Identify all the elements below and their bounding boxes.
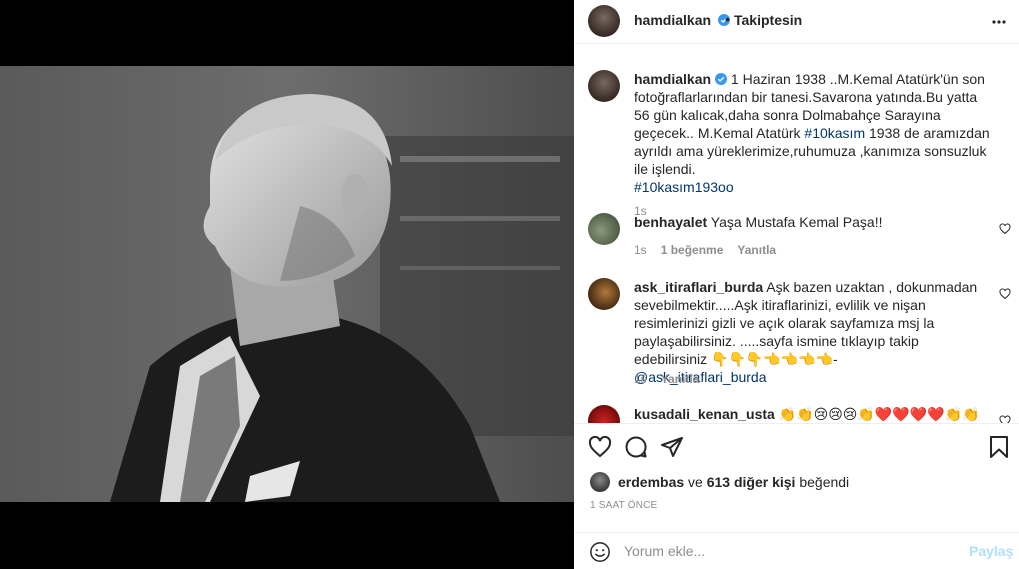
share-icon[interactable] [660, 435, 684, 459]
hashtag-link[interactable]: #10kasım193oo [634, 179, 734, 195]
post-media [0, 0, 574, 569]
caption-body: hamdialkan 1 Haziran 1938 ..M.Kemal Atat… [634, 70, 990, 196]
comment-text: Yaşa Mustafa Kemal Paşa!! [710, 214, 883, 230]
more-options-icon[interactable] [991, 12, 1007, 32]
comment-meta: 1s 1 beğenme Yanıtla [634, 243, 790, 257]
save-icon[interactable] [987, 435, 1011, 459]
comment-time[interactable]: 1s [634, 372, 647, 386]
post-comment-button[interactable]: Paylaş [969, 543, 1013, 559]
reply-button[interactable]: Yanıtla [661, 372, 700, 386]
comment-input[interactable]: Yorum ekle... [624, 543, 705, 559]
avatar[interactable] [588, 5, 620, 37]
emoji-icon[interactable] [589, 541, 611, 563]
comment-meta: 1s Yanıtla [634, 372, 713, 386]
likes-text: erdembas ve 613 diğer kişi beğendi [618, 474, 849, 490]
likes-count-link[interactable]: 613 diğer kişi [707, 474, 796, 490]
avatar[interactable] [588, 70, 620, 102]
comment-body: ask_itiraflari_burda Aşk bazen uzaktan ,… [634, 278, 990, 386]
comment-username[interactable]: ask_itiraflari_burda [634, 279, 763, 295]
heart-icon[interactable] [999, 288, 1011, 300]
comment-time[interactable]: 1s [634, 243, 647, 257]
author-username-text[interactable]: hamdialkan [634, 12, 711, 28]
hashtag-link[interactable]: #10kasım [804, 125, 865, 141]
avatar[interactable] [588, 278, 620, 310]
comment-likes[interactable]: 1 beğenme [661, 243, 724, 257]
portrait-image [0, 66, 574, 502]
comment-body: kusadali_kenan_usta 👏👏😢😢😢👏❤️❤️❤️❤️👏👏 [634, 405, 990, 423]
comments-list[interactable]: hamdialkan 1 Haziran 1938 ..M.Kemal Atat… [574, 45, 1019, 423]
heart-icon[interactable] [999, 415, 1011, 423]
likes-summary: erdembas ve 613 diğer kişi beğendi [574, 470, 1019, 494]
add-comment-bar: Yorum ekle... Paylaş [574, 532, 1019, 569]
post-timestamp[interactable]: 1 SAAT ÖNCE [590, 500, 657, 511]
likes-connector: ve [684, 474, 707, 490]
action-bar [574, 423, 1019, 469]
separator-dot: • [725, 11, 730, 27]
post-photo[interactable] [0, 66, 574, 502]
avatar[interactable] [588, 213, 620, 245]
reply-button[interactable]: Yanıtla [737, 243, 776, 257]
comment-username[interactable]: benhayalet [634, 214, 707, 230]
liker-username[interactable]: erdembas [618, 474, 684, 490]
follow-status[interactable]: Takiptesin [734, 12, 802, 28]
heart-icon[interactable] [999, 223, 1011, 235]
heart-icon[interactable] [588, 435, 612, 459]
verified-icon [715, 73, 728, 85]
avatar[interactable] [590, 472, 610, 492]
avatar[interactable] [588, 405, 620, 423]
caption-username[interactable]: hamdialkan [634, 71, 711, 87]
comment-body: benhayalet Yaşa Mustafa Kemal Paşa!! [634, 213, 990, 231]
comment-username[interactable]: kusadali_kenan_usta [634, 406, 775, 422]
comment-text: 👏👏😢😢😢👏❤️❤️❤️❤️👏👏 [778, 406, 980, 422]
post-panel: hamdialkan • Takiptesin hamdialkan 1 Haz… [574, 0, 1019, 569]
author-username[interactable]: hamdialkan [634, 12, 730, 28]
post-header: hamdialkan • Takiptesin [574, 0, 1019, 44]
comment-icon[interactable] [624, 435, 648, 459]
likes-suffix: beğendi [795, 474, 850, 490]
